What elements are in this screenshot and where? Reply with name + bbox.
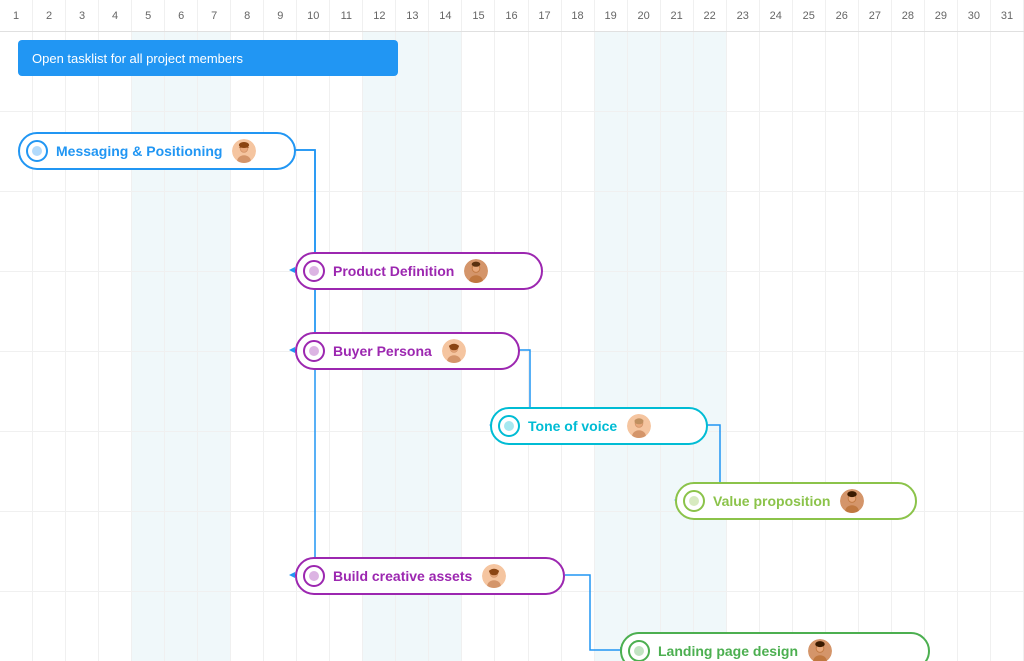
day-cell-13: 13	[396, 0, 429, 31]
day-cell-19: 19	[595, 0, 628, 31]
day-header: 1234567891011121314151617181920212223242…	[0, 0, 1024, 32]
day-cell-10: 10	[297, 0, 330, 31]
day-cell-11: 11	[330, 0, 363, 31]
day-cell-22: 22	[694, 0, 727, 31]
task-label-buyer-persona: Buyer Persona	[333, 343, 432, 359]
day-cell-24: 24	[760, 0, 793, 31]
task-tone-of-voice[interactable]: Tone of voice	[490, 407, 708, 445]
task-landing-page[interactable]: Landing page design	[620, 632, 930, 661]
day-cell-28: 28	[892, 0, 925, 31]
day-cell-2: 2	[33, 0, 66, 31]
avatar-build-creative	[480, 562, 508, 590]
task-label-product-def: Product Definition	[333, 263, 454, 279]
day-cell-25: 25	[793, 0, 826, 31]
task-label-value-prop: Value proposition	[713, 493, 830, 509]
task-product-def[interactable]: Product Definition	[295, 252, 543, 290]
day-cell-26: 26	[826, 0, 859, 31]
day-cell-21: 21	[661, 0, 694, 31]
task-value-prop[interactable]: Value proposition	[675, 482, 917, 520]
day-cell-23: 23	[727, 0, 760, 31]
avatar-landing	[806, 637, 834, 661]
task-buyer-persona[interactable]: Buyer Persona	[295, 332, 520, 370]
task-build-creative[interactable]: Build creative assets	[295, 557, 565, 595]
day-cell-7: 7	[198, 0, 231, 31]
day-cell-30: 30	[958, 0, 991, 31]
open-tasklist-label: Open tasklist for all project members	[32, 51, 243, 66]
day-cell-20: 20	[628, 0, 661, 31]
day-cell-29: 29	[925, 0, 958, 31]
day-cell-12: 12	[363, 0, 396, 31]
day-cell-18: 18	[562, 0, 595, 31]
day-cell-27: 27	[859, 0, 892, 31]
avatar-buyer-persona	[440, 337, 468, 365]
day-cell-9: 9	[264, 0, 297, 31]
day-cell-15: 15	[462, 0, 495, 31]
task-icon-value-prop	[683, 490, 705, 512]
task-icon-build-creative	[303, 565, 325, 587]
gantt-container: 1234567891011121314151617181920212223242…	[0, 0, 1024, 661]
open-tasklist-bar[interactable]: Open tasklist for all project members	[18, 40, 398, 76]
day-cell-3: 3	[66, 0, 99, 31]
task-icon-messaging	[26, 140, 48, 162]
task-icon-tone	[498, 415, 520, 437]
task-messaging[interactable]: Messaging & Positioning	[18, 132, 296, 170]
task-label-messaging: Messaging & Positioning	[56, 143, 222, 159]
avatar-product-def	[462, 257, 490, 285]
day-cell-17: 17	[529, 0, 562, 31]
avatar-messaging	[230, 137, 258, 165]
task-label-tone: Tone of voice	[528, 418, 617, 434]
avatar-value-prop	[838, 487, 866, 515]
avatar-tone	[625, 412, 653, 440]
task-icon-landing	[628, 640, 650, 661]
day-cell-5: 5	[132, 0, 165, 31]
day-cell-1: 1	[0, 0, 33, 31]
task-label-landing: Landing page design	[658, 643, 798, 659]
day-cell-14: 14	[429, 0, 462, 31]
day-cell-16: 16	[495, 0, 528, 31]
task-label-build-creative: Build creative assets	[333, 568, 472, 584]
task-icon-buyer-persona	[303, 340, 325, 362]
day-cell-6: 6	[165, 0, 198, 31]
day-cell-8: 8	[231, 0, 264, 31]
day-cell-4: 4	[99, 0, 132, 31]
tasks-layer: Open tasklist for all project members	[0, 32, 1024, 661]
task-icon-product-def	[303, 260, 325, 282]
day-cell-31: 31	[991, 0, 1024, 31]
